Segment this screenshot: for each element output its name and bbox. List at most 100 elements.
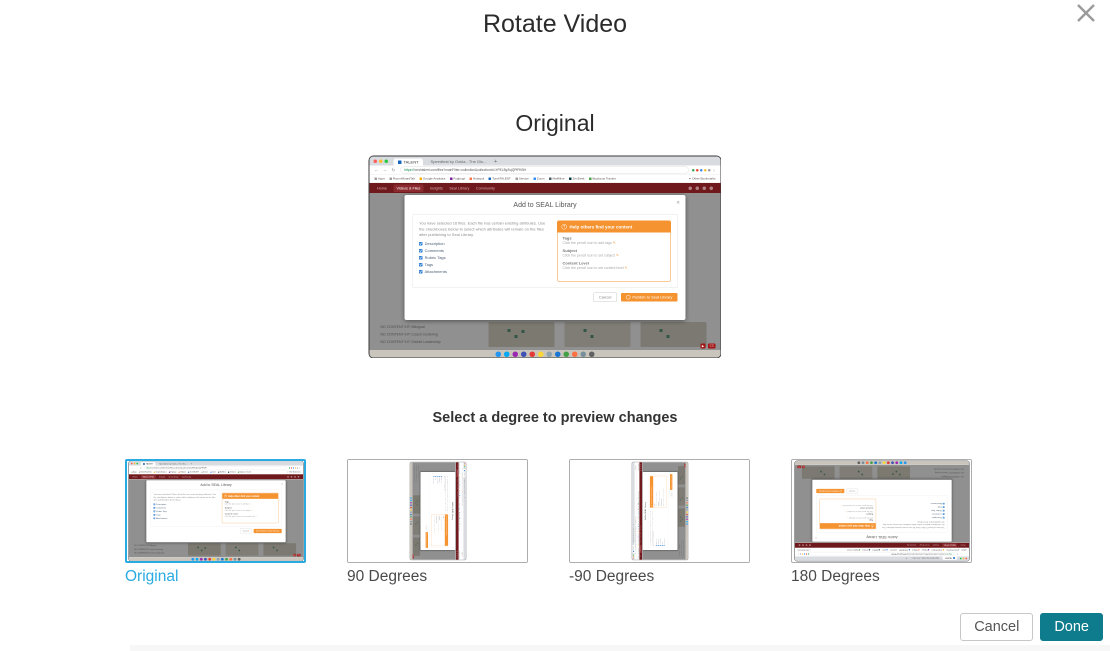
extension-icon bbox=[805, 554, 806, 555]
video-frame: TALENT Speedtest by Ookla - The Glo... +… bbox=[409, 462, 465, 560]
checkbox-icon bbox=[153, 507, 155, 509]
dock-icon bbox=[903, 461, 906, 464]
bookmark-item: MailMine bbox=[549, 177, 565, 180]
dock-icon bbox=[882, 461, 885, 464]
close-button[interactable] bbox=[1073, 1, 1099, 27]
browser-tab-active: TALENT bbox=[463, 469, 465, 477]
tab-title: TALENT bbox=[145, 463, 152, 465]
done-button[interactable]: Done bbox=[1040, 613, 1103, 641]
intro-text: You have selected 16 files. Each file ha… bbox=[879, 520, 944, 529]
help-item: Content Level Click the pencil icon to s… bbox=[660, 476, 663, 507]
mac-close-icon bbox=[373, 159, 377, 163]
seal-modal-footer: Cancel Publish to Seal Library bbox=[669, 474, 672, 548]
browser-menu-icon: ⋮ bbox=[298, 467, 300, 469]
bookmark-item: TorshTALENT bbox=[188, 471, 199, 472]
pencil-icon: ✎ bbox=[662, 488, 663, 489]
extension-icons: ⋮ bbox=[692, 167, 716, 172]
bookmark-item: Google Analytics bbox=[637, 539, 638, 546]
bookmark-item: Bugfocus Tracker bbox=[589, 177, 616, 180]
dialog-title: Rotate Video bbox=[0, 10, 1110, 39]
site-nav-bar: Home Videos & Files Insights Seal Librar… bbox=[794, 543, 968, 548]
search-icon bbox=[688, 186, 692, 190]
preview-heading: Original bbox=[0, 110, 1110, 137]
bookmark-favicon bbox=[168, 472, 169, 473]
mac-close-icon bbox=[632, 558, 633, 559]
bookmark-item: Fogbugz bbox=[921, 549, 929, 550]
seal-modal-footer: Cancel Publish to Seal Library bbox=[425, 474, 428, 548]
checkbox-icon bbox=[663, 545, 664, 546]
checkbox-icon bbox=[419, 269, 423, 273]
bookmark-item: TorshTALENT bbox=[459, 495, 460, 501]
new-tab-icon: + bbox=[632, 524, 634, 525]
browser-tab-active: TALENT bbox=[140, 462, 155, 465]
browser-tab-active: TALENT bbox=[942, 556, 957, 559]
bookmark-favicon bbox=[918, 549, 919, 550]
site-nav-item: Insights bbox=[456, 479, 457, 483]
seal-publish-button: Publish to Seal Library bbox=[620, 293, 677, 302]
bookmark-favicon bbox=[419, 177, 422, 180]
chevron-down-icon: ▾ bbox=[689, 177, 691, 181]
browser-nav-icons: ← → ↻ bbox=[131, 466, 142, 469]
info-icon: ? bbox=[561, 224, 567, 230]
help-item: Content Level Click the pencil icon to s… bbox=[557, 257, 670, 270]
extension-icon bbox=[290, 467, 291, 468]
play-badge-icon: ▶ bbox=[700, 343, 705, 348]
browser-tab-bar: TALENT Speedtest by Ookla - The Glo... + bbox=[794, 556, 968, 560]
dock-icon bbox=[229, 558, 232, 561]
extension-icon bbox=[292, 467, 293, 468]
dock-icon bbox=[857, 461, 860, 464]
browser-tab-active: TALENT bbox=[632, 545, 634, 553]
url-field: https:// torshtalent.com/files?mainFilte… bbox=[810, 552, 953, 555]
degree-option-label: 180 Degrees bbox=[791, 568, 972, 586]
url-field: https:// torshtalent.com/files?mainFilte… bbox=[461, 471, 463, 551]
browser-address-bar: ← → ↻ https:// torshtalent.com/files?mai… bbox=[634, 462, 637, 560]
seal-modal-close-icon: × bbox=[815, 536, 817, 539]
avatar bbox=[798, 544, 800, 546]
bell-icon bbox=[695, 186, 699, 190]
browser-tab-inactive: Speedtest by Ookla - The Glo... bbox=[908, 556, 941, 559]
cc-badge-icon: CC bbox=[684, 464, 685, 466]
degree-option-90[interactable]: TALENT Speedtest by Ookla - The Glo... +… bbox=[347, 459, 528, 586]
avatar bbox=[297, 476, 299, 478]
degree-option-180[interactable]: TALENT Speedtest by Ookla - The Glo... +… bbox=[791, 459, 972, 586]
site-nav-item: Community bbox=[640, 525, 641, 530]
seal-library-modal: Add to SEAL Library × You have selected … bbox=[420, 472, 455, 550]
browser-nav-icons: ← → ↻ bbox=[635, 552, 637, 558]
checkbox-icon bbox=[942, 513, 944, 515]
extension-icon bbox=[635, 465, 636, 466]
checkbox-icon bbox=[439, 476, 440, 477]
bookmark-item: Zoom bbox=[882, 549, 888, 550]
dock-icon bbox=[686, 500, 688, 502]
attribute-checkbox-row: Description bbox=[153, 503, 218, 505]
seal-library-modal: Add to SEAL Library × You have selected … bbox=[404, 195, 685, 320]
dock-icon bbox=[895, 461, 898, 464]
site-nav-item: Insights bbox=[932, 544, 938, 546]
seal-modal-header: Add to SEAL Library × bbox=[146, 480, 285, 487]
degree-option-minus-90[interactable]: TALENT Speedtest by Ookla - The Glo... +… bbox=[569, 459, 750, 586]
bookmark-favicon bbox=[637, 509, 638, 510]
player-badges: ▶ CC bbox=[293, 554, 301, 556]
cancel-button[interactable]: Cancel bbox=[960, 613, 1033, 641]
seal-modal-header: Add to SEAL Library × bbox=[812, 535, 951, 542]
checkbox-icon bbox=[661, 545, 662, 546]
help-icon bbox=[294, 476, 296, 478]
site-nav-item: Seal Library bbox=[456, 484, 457, 490]
attribute-checkbox-row: Description bbox=[441, 476, 442, 512]
bookmark-favicon bbox=[569, 177, 572, 180]
attribute-checkbox-row: Comments bbox=[657, 510, 658, 546]
site-nav-icons bbox=[287, 476, 299, 478]
seal-modal-header: Add to SEAL Library × bbox=[451, 472, 455, 550]
mac-dock: ▶ CC bbox=[685, 462, 687, 560]
degree-option-original[interactable]: TALENT Speedtest by Ookla - The Glo... +… bbox=[125, 459, 306, 586]
help-item: Subject Click the pencil icon to set sub… bbox=[437, 514, 440, 545]
bookmark-favicon bbox=[637, 519, 638, 520]
pencil-icon: ✎ bbox=[845, 511, 846, 513]
pencil-icon: ✎ bbox=[434, 533, 435, 534]
bookmark-item: RoomWizardTab bbox=[946, 549, 959, 550]
bookmark-favicon bbox=[637, 531, 638, 532]
attribute-checkbox-row: Attachments bbox=[663, 510, 664, 546]
bookmark-item: Zoom bbox=[210, 471, 216, 472]
dialog-footer: Cancel Done bbox=[960, 613, 1103, 641]
help-item: Subject Click the pencil icon to set sub… bbox=[656, 476, 659, 507]
browser-nav-icons: ← → ↻ bbox=[955, 553, 966, 556]
